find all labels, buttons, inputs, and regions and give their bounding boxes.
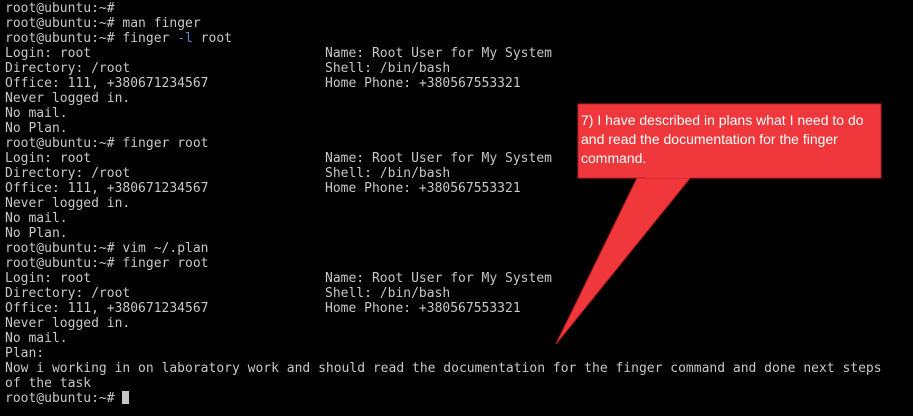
output-line: of the task (5, 376, 913, 391)
command-arg: root (192, 31, 232, 46)
no-plan-text: No Plan. (5, 226, 68, 241)
output-line: Never logged in. (5, 91, 913, 106)
login-text: Login: root (5, 151, 92, 166)
never-logged-text: Never logged in. (5, 316, 131, 331)
plan-text: Now i working in on laboratory work and … (5, 361, 882, 376)
login-text: Login: root (5, 46, 92, 61)
office-text: Office: 111, +380671234567 (5, 301, 209, 316)
home-phone-text: Home Phone: +380567553321 (325, 301, 521, 316)
output-line: Login: root Name: Root User for My System (5, 271, 913, 286)
name-text: Name: Root User for My System (325, 151, 552, 166)
login-text: Login: root (5, 271, 92, 286)
shell-text: Shell: /bin/bash (325, 166, 451, 181)
command-flag: -l (177, 31, 193, 46)
command-line: root@ubuntu:~# man finger (5, 16, 913, 31)
office-text: Office: 111, +380671234567 (5, 181, 209, 196)
never-logged-text: Never logged in. (5, 91, 131, 106)
output-line: Now i working in on laboratory work and … (5, 361, 913, 376)
directory-text: Directory: /root (5, 286, 131, 301)
command-finger-root: finger root (122, 256, 209, 271)
command-line: root@ubuntu:~# vim ~/.plan (5, 241, 913, 256)
output-line: Directory: /root Shell: /bin/bash (5, 166, 913, 181)
home-phone-text: Home Phone: +380567553321 (325, 76, 521, 91)
terminal-output: root@ubuntu:~# root@ubuntu:~# man finger… (5, 1, 913, 406)
active-prompt-line[interactable]: root@ubuntu:~# (5, 391, 913, 406)
cursor (122, 391, 130, 404)
office-text: Office: 111, +380671234567 (5, 76, 209, 91)
prompt-line: root@ubuntu:~# (5, 1, 913, 16)
output-line: Plan: (5, 346, 913, 361)
no-mail-text: No mail. (5, 211, 68, 226)
output-line: Never logged in. (5, 196, 913, 211)
terminal-window[interactable]: root@ubuntu:~# root@ubuntu:~# man finger… (0, 0, 913, 416)
command-line: root@ubuntu:~# finger root (5, 256, 913, 271)
output-line: Login: root Name: Root User for My System (5, 46, 913, 61)
directory-text: Directory: /root (5, 166, 131, 181)
command-vim-plan: vim ~/.plan (122, 241, 209, 256)
command-line: root@ubuntu:~# finger -l root (5, 31, 913, 46)
output-line: No mail. (5, 211, 913, 226)
directory-text: Directory: /root (5, 61, 131, 76)
prompt: root@ubuntu:~# (5, 31, 115, 46)
no-plan-text: No Plan. (5, 121, 68, 136)
prompt: root@ubuntu:~# (5, 256, 115, 271)
shell-text: Shell: /bin/bash (325, 286, 451, 301)
prompt: root@ubuntu:~# (5, 136, 115, 151)
output-line: No mail. (5, 331, 913, 346)
output-line: Office: 111, +380671234567 Home Phone: +3… (5, 181, 913, 196)
prompt: root@ubuntu:~# (5, 16, 115, 31)
output-line: Office: 111, +380671234567 Home Phone: +3… (5, 301, 913, 316)
callout-text: 7) I have described in plans what I need… (581, 112, 864, 166)
name-text: Name: Root User for My System (325, 46, 552, 61)
name-text: Name: Root User for My System (325, 271, 552, 286)
output-line: Office: 111, +380671234567 Home Phone: +3… (5, 76, 913, 91)
home-phone-text: Home Phone: +380567553321 (325, 181, 521, 196)
command-finger-root: finger root (122, 136, 209, 151)
output-line: Directory: /root Shell: /bin/bash (5, 61, 913, 76)
prompt: root@ubuntu:~# (5, 391, 115, 406)
no-mail-text: No mail. (5, 106, 68, 121)
command-finger: finger (122, 31, 178, 46)
plan-text-continued: of the task (5, 376, 92, 391)
prompt: root@ubuntu:~# (5, 241, 115, 256)
command-man-finger: man finger (122, 16, 201, 31)
no-mail-text: No mail. (5, 331, 68, 346)
never-logged-text: Never logged in. (5, 196, 131, 211)
shell-text: Shell: /bin/bash (325, 61, 451, 76)
output-line: No Plan. (5, 226, 913, 241)
output-line: Never logged in. (5, 316, 913, 331)
plan-label: Plan: (5, 346, 45, 361)
output-line: Directory: /root Shell: /bin/bash (5, 286, 913, 301)
prompt: root@ubuntu:~# (5, 1, 115, 16)
